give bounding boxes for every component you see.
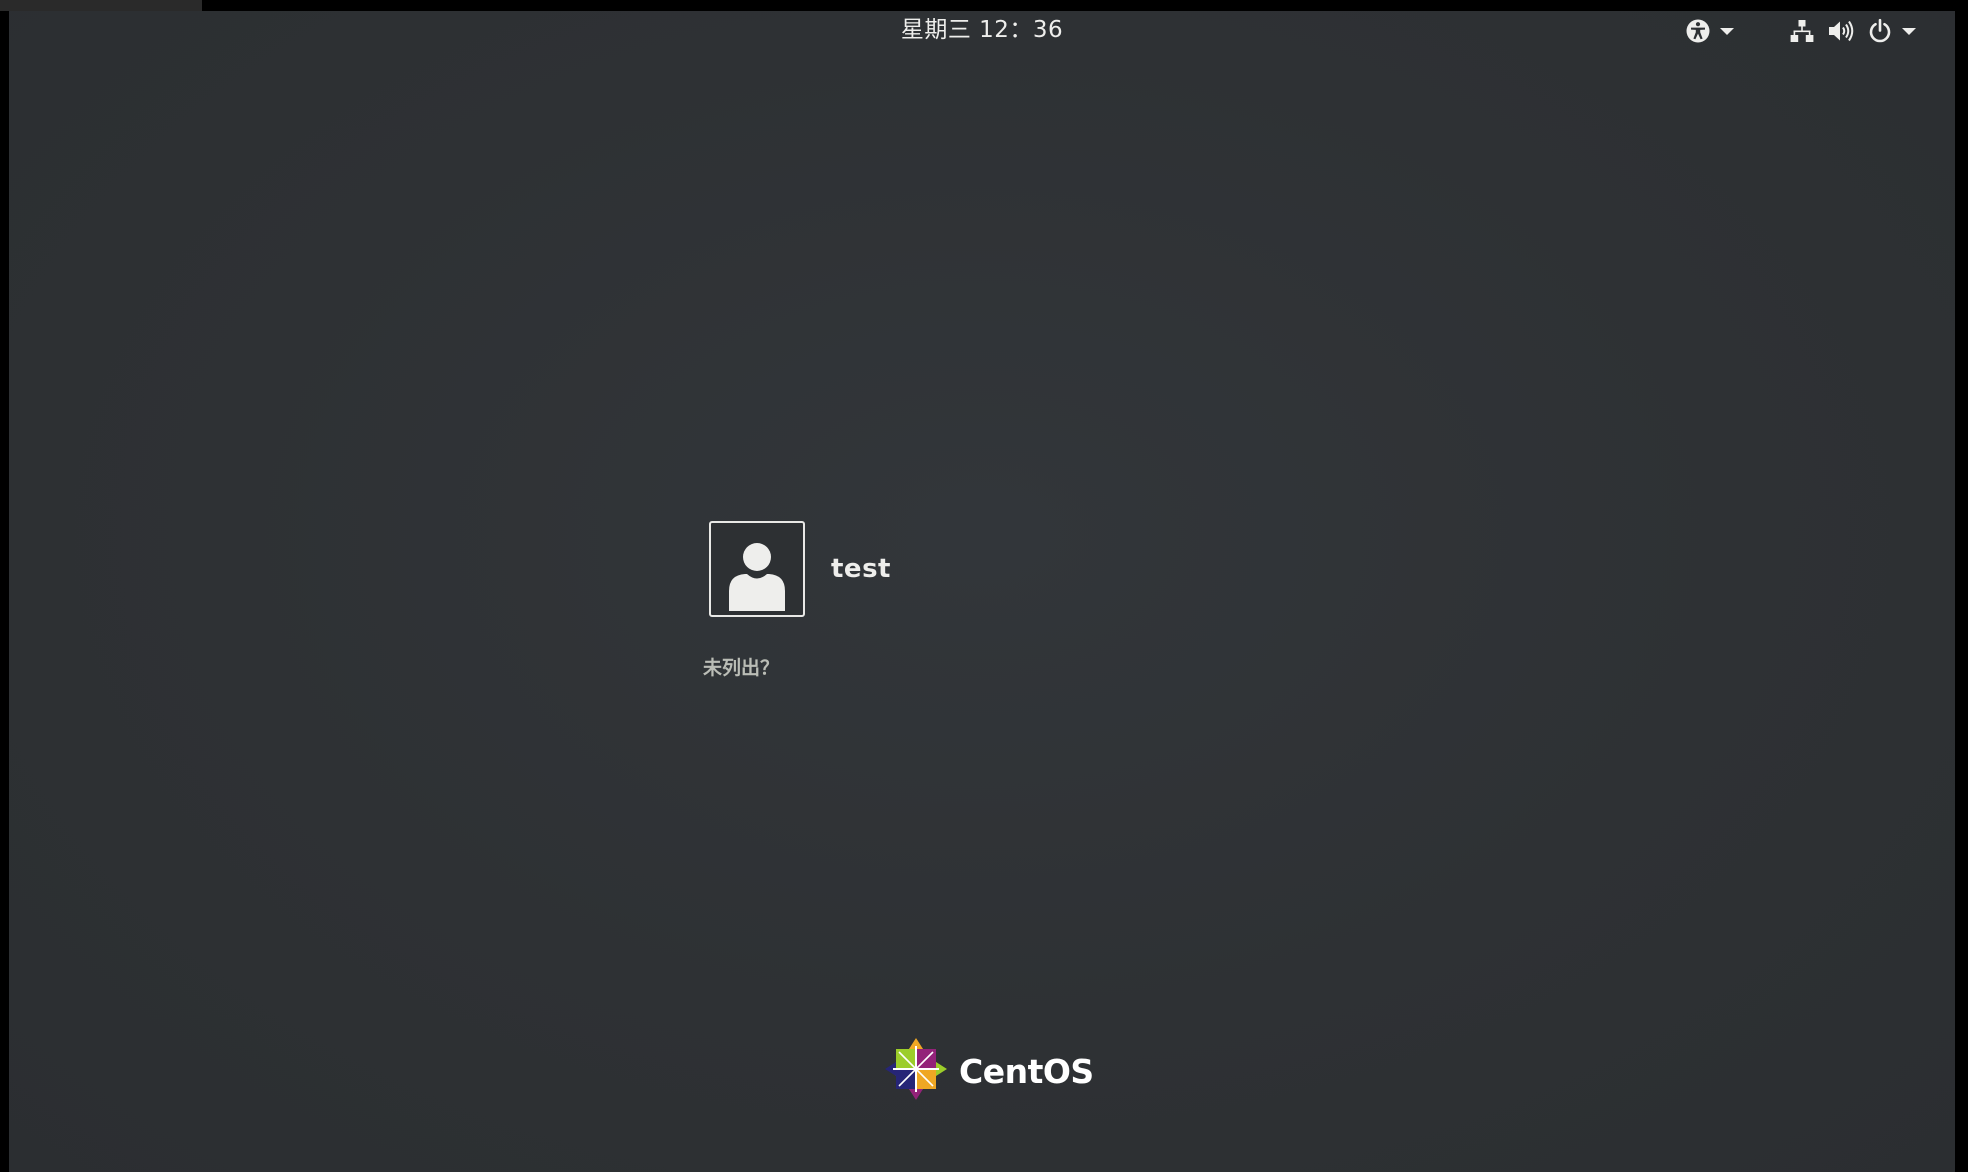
screen: 星期三 12：36 test 未列出？ CentOS [0, 0, 1968, 1172]
network-wired-icon [1789, 18, 1815, 44]
user-name: test [831, 554, 891, 584]
clock-datetime[interactable]: 星期三 12：36 [9, 15, 1955, 45]
accessibility-menu[interactable] [1685, 17, 1735, 45]
centos-logo: CentOS [883, 1036, 1094, 1106]
user-avatar-icon [725, 531, 789, 615]
power-icon [1867, 18, 1893, 44]
logo-text: CentOS [959, 1051, 1094, 1091]
system-status-menu[interactable] [1789, 17, 1917, 45]
user-list-item[interactable]: test [709, 521, 891, 617]
not-listed-button[interactable]: 未列出？ [703, 653, 779, 680]
chevron-down-icon [1901, 26, 1917, 36]
avatar [709, 521, 805, 617]
top-bar: 星期三 12：36 [9, 11, 1955, 49]
window-frame-corner [0, 0, 202, 11]
centos-logo-icon [883, 1036, 949, 1106]
login-screen: 星期三 12：36 test 未列出？ CentOS [9, 11, 1955, 1172]
chevron-down-icon [1719, 26, 1735, 36]
volume-icon [1827, 18, 1855, 44]
accessibility-icon [1685, 18, 1711, 44]
